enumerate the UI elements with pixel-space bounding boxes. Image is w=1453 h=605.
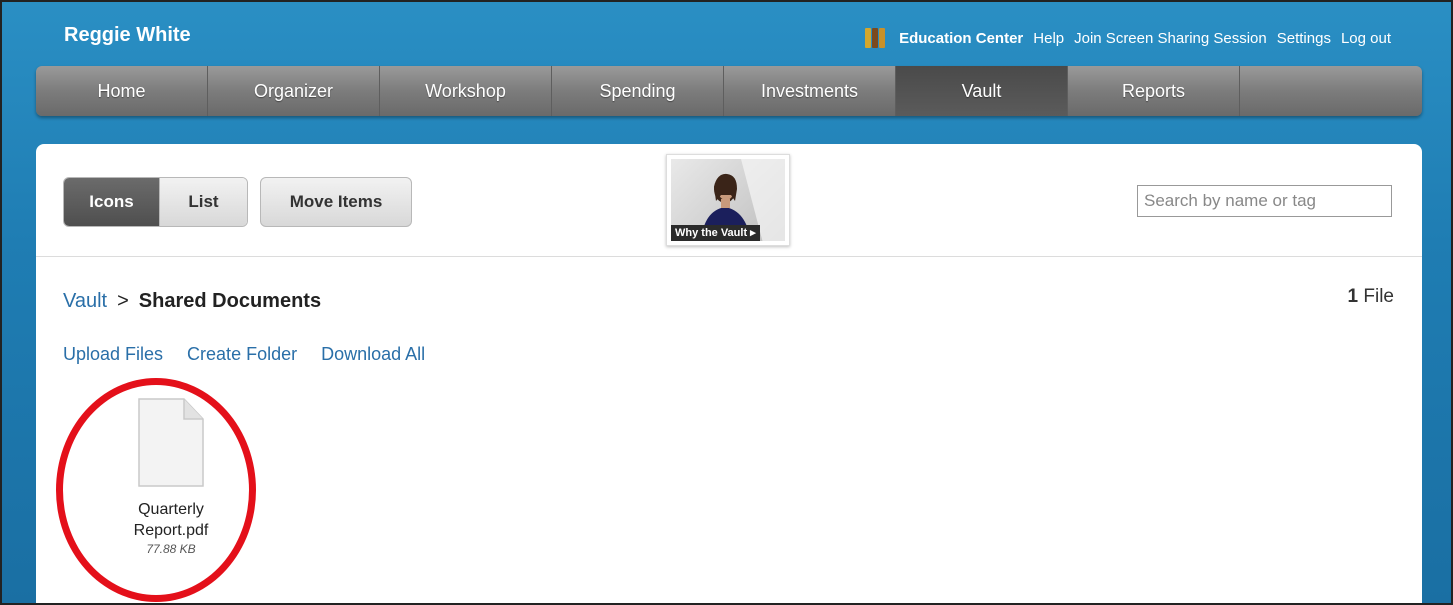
vault-panel: Icons List Move Items Why the Vault ▸ Se… (36, 144, 1422, 603)
file-name-line-1: Quarterly (138, 501, 204, 518)
file-item[interactable]: Quarterly Report.pdf 77.88 KB (96, 397, 246, 556)
breadcrumb-separator: > (117, 290, 129, 312)
list-view-button[interactable]: List (159, 178, 247, 226)
file-size: 77.88 KB (146, 542, 196, 556)
file-name: Quarterly Report.pdf (96, 499, 246, 541)
nav-workshop[interactable]: Workshop (380, 66, 552, 116)
folder-actions: Upload Files Create Folder Download All (63, 344, 425, 365)
view-toggle: Icons List (63, 177, 248, 227)
app-window: Reggie White Education Center Help Join … (0, 0, 1453, 605)
create-folder-link[interactable]: Create Folder (187, 344, 297, 365)
nav-organizer[interactable]: Organizer (208, 66, 380, 116)
nav-investments[interactable]: Investments (724, 66, 896, 116)
settings-link[interactable]: Settings (1277, 30, 1331, 47)
screen-sharing-link[interactable]: Join Screen Sharing Session (1074, 30, 1267, 47)
file-name-line-2: Report.pdf (133, 522, 209, 539)
upload-files-link[interactable]: Upload Files (63, 344, 163, 365)
breadcrumb-vault-link[interactable]: Vault (63, 290, 107, 313)
search-input[interactable] (1137, 185, 1392, 217)
breadcrumb-current: Shared Documents (138, 290, 322, 312)
breadcrumb: Vault > Shared Documents (63, 290, 321, 313)
download-all-link[interactable]: Download All (321, 344, 425, 365)
video-thumbnail: Why the Vault ▸ (671, 159, 785, 241)
nav-reports[interactable]: Reports (1068, 66, 1240, 116)
nav-spending[interactable]: Spending (552, 66, 724, 116)
video-caption: Why the Vault ▸ (671, 225, 760, 241)
nav-vault[interactable]: Vault (896, 66, 1068, 116)
vault-toolbar: Icons List Move Items Why the Vault ▸ (36, 144, 1422, 257)
help-link[interactable]: Help (1033, 30, 1064, 47)
education-center-link[interactable]: Education Center (899, 30, 1023, 47)
nav-home[interactable]: Home (36, 66, 208, 116)
books-icon (865, 28, 886, 48)
move-items-button[interactable]: Move Items (260, 177, 412, 227)
logout-link[interactable]: Log out (1341, 30, 1391, 47)
main-nav: Home Organizer Workshop Spending Investm… (36, 66, 1422, 116)
top-links: Education Center Help Join Screen Sharin… (865, 28, 1391, 48)
top-bar: Reggie White Education Center Help Join … (2, 2, 1451, 67)
file-count: 1 File (1348, 286, 1394, 308)
user-name: Reggie White (64, 24, 191, 46)
document-icon (138, 398, 204, 487)
file-count-label: File (1363, 286, 1394, 307)
file-count-number: 1 (1347, 286, 1359, 307)
why-vault-video[interactable]: Why the Vault ▸ (666, 154, 790, 246)
icons-view-button[interactable]: Icons (64, 178, 159, 226)
